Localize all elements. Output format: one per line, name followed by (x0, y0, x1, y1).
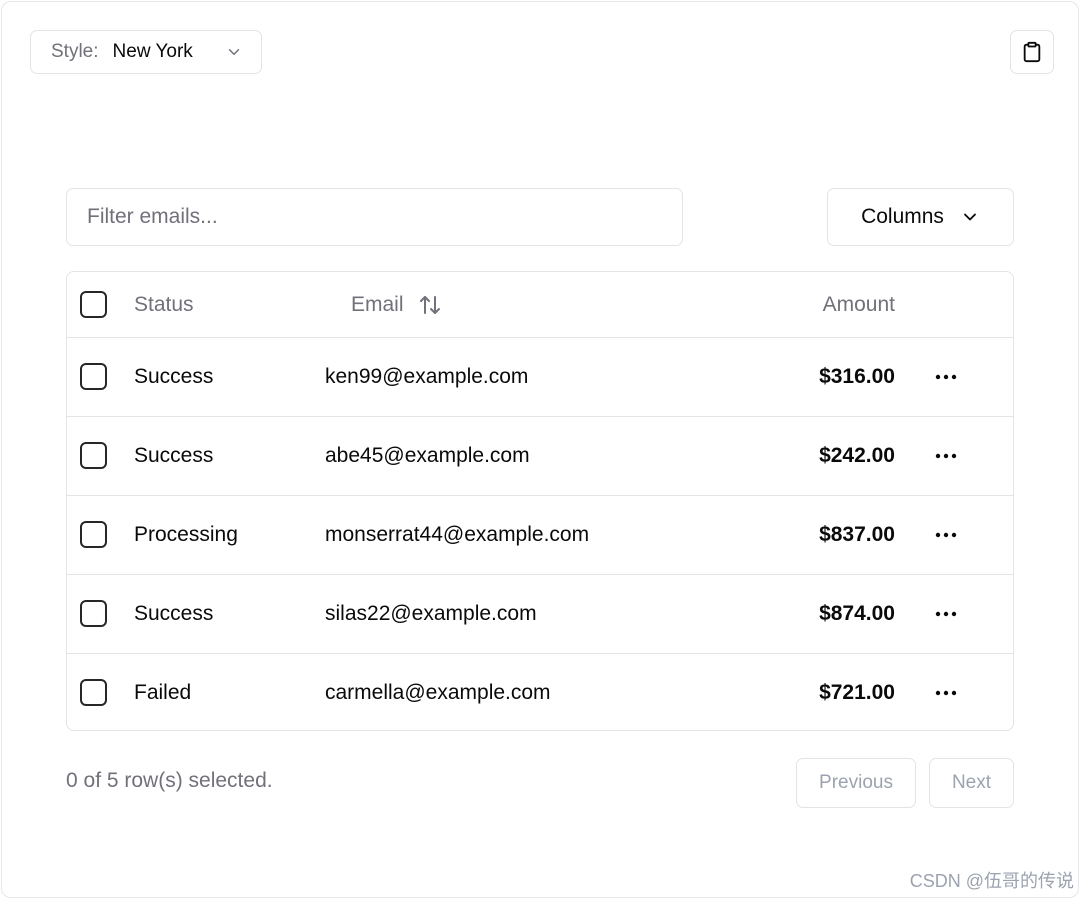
row-checkbox[interactable] (80, 679, 107, 706)
style-select-prefix: Style: (51, 41, 99, 62)
email-cell: abe45@example.com (325, 444, 530, 467)
status-cell: Success (134, 602, 214, 625)
email-cell: monserrat44@example.com (325, 523, 590, 546)
columns-button[interactable]: Columns (827, 188, 1014, 246)
row-checkbox[interactable] (80, 600, 107, 627)
table-row: Success silas22@example.com $874.00 (67, 575, 1013, 654)
row-checkbox[interactable] (80, 521, 107, 548)
status-column-header: Status (134, 293, 194, 316)
next-page-button[interactable]: Next (929, 758, 1014, 808)
selection-status-text: 0 of 5 row(s) selected. (66, 769, 273, 792)
more-horizontal-icon (935, 690, 957, 696)
row-checkbox[interactable] (80, 442, 107, 469)
payments-table: Status Email Amount Success ken99@exampl… (66, 271, 1014, 731)
select-all-checkbox[interactable] (80, 291, 107, 318)
amount-cell: $316.00 (819, 365, 895, 388)
email-cell: silas22@example.com (325, 602, 537, 625)
watermark-text: CSDN @伍哥的传说 (909, 871, 1074, 891)
table-row: Success abe45@example.com $242.00 (67, 417, 1013, 496)
style-select[interactable]: Style: New York (30, 30, 262, 74)
amount-cell: $242.00 (819, 444, 895, 467)
sort-arrows-icon (419, 296, 440, 314)
more-horizontal-icon (935, 611, 957, 617)
filter-emails-input[interactable] (66, 188, 683, 246)
table-row: Failed carmella@example.com $721.00 (67, 654, 1013, 730)
table-header-row: Status Email Amount (67, 272, 1013, 338)
email-sort-button[interactable]: Email (351, 272, 442, 338)
row-checkbox[interactable] (80, 363, 107, 390)
style-select-value: New York (112, 41, 193, 62)
row-actions-button[interactable] (933, 338, 959, 416)
columns-button-label: Columns (861, 205, 944, 228)
clipboard-icon (1023, 41, 1041, 63)
chevron-down-icon (964, 213, 976, 221)
status-cell: Success (134, 365, 214, 388)
copy-button[interactable] (1010, 30, 1054, 74)
email-cell: carmella@example.com (325, 681, 551, 704)
table-row: Success ken99@example.com $316.00 (67, 338, 1013, 417)
row-actions-button[interactable] (933, 575, 959, 653)
amount-cell: $874.00 (819, 602, 895, 625)
more-horizontal-icon (935, 453, 957, 459)
row-actions-button[interactable] (933, 417, 959, 495)
previous-page-button[interactable]: Previous (796, 758, 916, 808)
amount-cell: $837.00 (819, 523, 895, 546)
chevron-down-icon (228, 49, 240, 55)
status-cell: Processing (134, 523, 238, 546)
email-cell: ken99@example.com (325, 365, 529, 388)
more-horizontal-icon (935, 374, 957, 380)
row-actions-button[interactable] (933, 496, 959, 574)
email-column-header: Email (351, 293, 404, 316)
more-horizontal-icon (935, 532, 957, 538)
amount-cell: $721.00 (819, 681, 895, 704)
table-row: Processing monserrat44@example.com $837.… (67, 496, 1013, 575)
status-cell: Failed (134, 681, 192, 704)
amount-column-header: Amount (822, 293, 895, 316)
row-actions-button[interactable] (933, 654, 959, 730)
status-cell: Success (134, 444, 214, 467)
